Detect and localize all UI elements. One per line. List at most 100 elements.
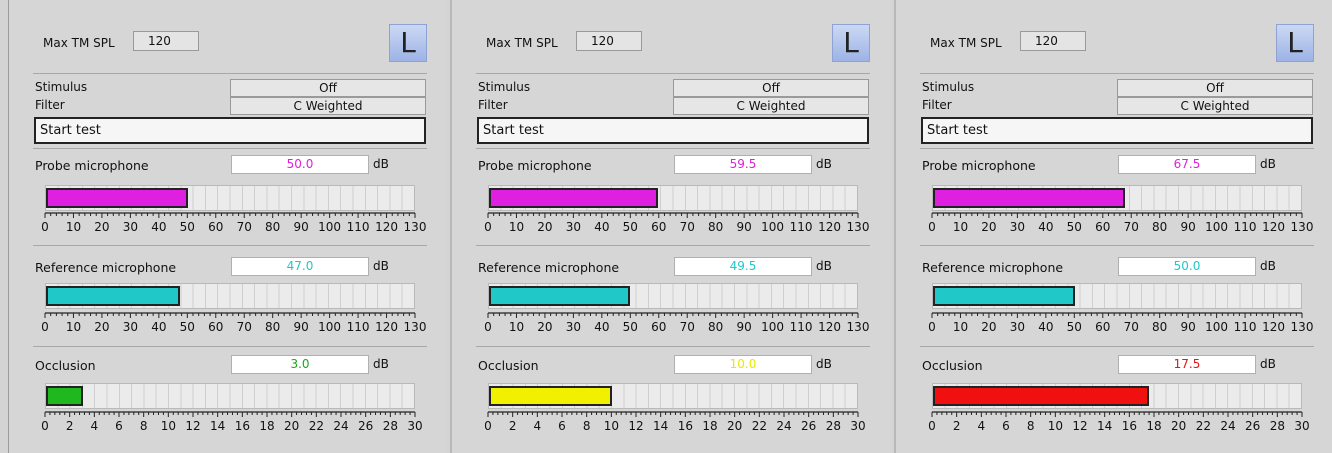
reference-scale-axis: 0 10 20 30 40 50 60 70 80 90 100 110 120 130 [41, 312, 426, 334]
probe-tick-label: 50 [1067, 220, 1082, 234]
measurement-panel: Max TM SPL 120 L Stimulus Off Filter C Weighte… [8, 0, 446, 453]
start-test-button[interactable]: Start test [477, 117, 869, 144]
occlusion-tick-label: 16 [678, 419, 693, 433]
probe-value-field: 67.5 [1118, 155, 1256, 174]
probe-value-field: 59.5 [674, 155, 812, 174]
reference-tick-label: 110 [1234, 320, 1257, 334]
left-ear-button[interactable]: L [1276, 24, 1314, 62]
reference-level-meter [932, 283, 1302, 309]
occlusion-tick-label: 6 [1002, 419, 1010, 433]
occlusion-tick-label: 14 [210, 419, 225, 433]
probe-tick-label: 110 [1234, 220, 1257, 234]
reference-scale-axis: 0 10 20 30 40 50 60 70 80 90 100 110 120 130 [928, 312, 1314, 334]
reference-tick-label: 20 [94, 320, 109, 334]
probe-level-bar [933, 188, 1126, 208]
separator [476, 148, 870, 149]
reference-tick-label: 30 [566, 320, 581, 334]
filter-label: Filter [922, 98, 952, 112]
reference-tick-label: 90 [737, 320, 752, 334]
probe-tick-label: 100 [761, 220, 784, 234]
reference-tick-label: 100 [761, 320, 784, 334]
occlusion-tick-label: 12 [1072, 419, 1087, 433]
reference-tick-label: 80 [265, 320, 280, 334]
occlusion-tick-label: 0 [928, 419, 936, 433]
probe-tick-label: 90 [1181, 220, 1196, 234]
occlusion-tick-label: 20 [1171, 419, 1186, 433]
start-test-button[interactable]: Start test [921, 117, 1313, 144]
occlusion-tick-label: 4 [91, 419, 99, 433]
occlusion-tick-label: 8 [583, 419, 591, 433]
reference-tick-label: 10 [66, 320, 81, 334]
reference-tick-label: 20 [981, 320, 996, 334]
occlusion-tick-label: 14 [1097, 419, 1112, 433]
occlusion-level-meter [488, 383, 858, 409]
start-test-button[interactable]: Start test [34, 117, 426, 144]
filter-value: C Weighted [1117, 97, 1313, 115]
left-ear-button[interactable]: L [832, 24, 870, 62]
reference-tick-label: 60 [208, 320, 223, 334]
probe-scale-axis: 0 10 20 30 40 50 60 70 80 90 100 110 120 130 [41, 212, 426, 234]
max-tm-spl-field[interactable]: 120 [576, 31, 642, 51]
reference-tick-label: 40 [1038, 320, 1053, 334]
max-tm-spl-field[interactable]: 120 [1020, 31, 1086, 51]
reference-tick-label: 110 [347, 320, 370, 334]
occlusion-tick-label: 20 [284, 419, 299, 433]
reference-tick-label: 50 [180, 320, 195, 334]
occlusion-tick-label: 6 [115, 419, 123, 433]
max-tm-spl-label: Max TM SPL [930, 36, 1002, 50]
probe-tick-label: 40 [1038, 220, 1053, 234]
reference-tick-label: 60 [1095, 320, 1110, 334]
probe-level-bar [489, 188, 659, 208]
occlusion-scale-axis: 0 2 4 6 8 10 12 14 16 18 20 22 24 26 28 30 [484, 411, 866, 433]
occlusion-unit: dB [816, 357, 832, 371]
occlusion-tick-label: 2 [66, 419, 74, 433]
reference-tick-label: 0 [41, 320, 49, 334]
separator [476, 73, 870, 74]
max-tm-spl-field[interactable]: 120 [133, 31, 199, 51]
reference-tick-label: 0 [484, 320, 492, 334]
separator [920, 148, 1314, 149]
probe-tick-label: 100 [318, 220, 341, 234]
probe-level-meter [45, 185, 415, 211]
probe-tick-label: 40 [151, 220, 166, 234]
stimulus-label: Stimulus [35, 80, 88, 94]
occlusion-value-field: 3.0 [231, 355, 369, 374]
separator [33, 346, 427, 347]
reference-tick-label: 50 [623, 320, 638, 334]
reference-tick-label: 10 [953, 320, 968, 334]
separator [920, 245, 1314, 246]
reference-tick-label: 130 [1291, 320, 1314, 334]
occlusion-level-bar [46, 386, 83, 406]
reference-tick-label: 20 [537, 320, 552, 334]
reference-level-meter [488, 283, 858, 309]
occlusion-tick-label: 8 [140, 419, 148, 433]
reference-tick-label: 70 [237, 320, 252, 334]
reference-unit: dB [816, 259, 832, 273]
reference-unit: dB [373, 259, 389, 273]
left-ear-button[interactable]: L [389, 24, 427, 62]
filter-label: Filter [35, 98, 65, 112]
probe-tick-label: 90 [737, 220, 752, 234]
probe-tick-label: 120 [1262, 220, 1285, 234]
probe-tick-label: 110 [347, 220, 370, 234]
occlusion-label: Occlusion [922, 358, 983, 373]
reference-tick-label: 60 [651, 320, 666, 334]
probe-label: Probe microphone [922, 158, 1036, 173]
occlusion-tick-label: 26 [358, 419, 373, 433]
probe-tick-label: 80 [708, 220, 723, 234]
occlusion-value-field: 10.0 [674, 355, 812, 374]
occlusion-label: Occlusion [35, 358, 96, 373]
occlusion-tick-label: 4 [534, 419, 542, 433]
occlusion-tick-label: 28 [826, 419, 841, 433]
probe-label: Probe microphone [35, 158, 149, 173]
reference-tick-label: 100 [1205, 320, 1228, 334]
occlusion-tick-label: 12 [628, 419, 643, 433]
occlusion-tick-label: 6 [558, 419, 566, 433]
occlusion-tick-label: 0 [484, 419, 492, 433]
occlusion-tick-label: 2 [953, 419, 961, 433]
separator [476, 245, 870, 246]
occlusion-tick-label: 30 [850, 419, 865, 433]
probe-tick-label: 60 [651, 220, 666, 234]
occlusion-tick-label: 18 [1146, 419, 1161, 433]
filter-label: Filter [478, 98, 508, 112]
